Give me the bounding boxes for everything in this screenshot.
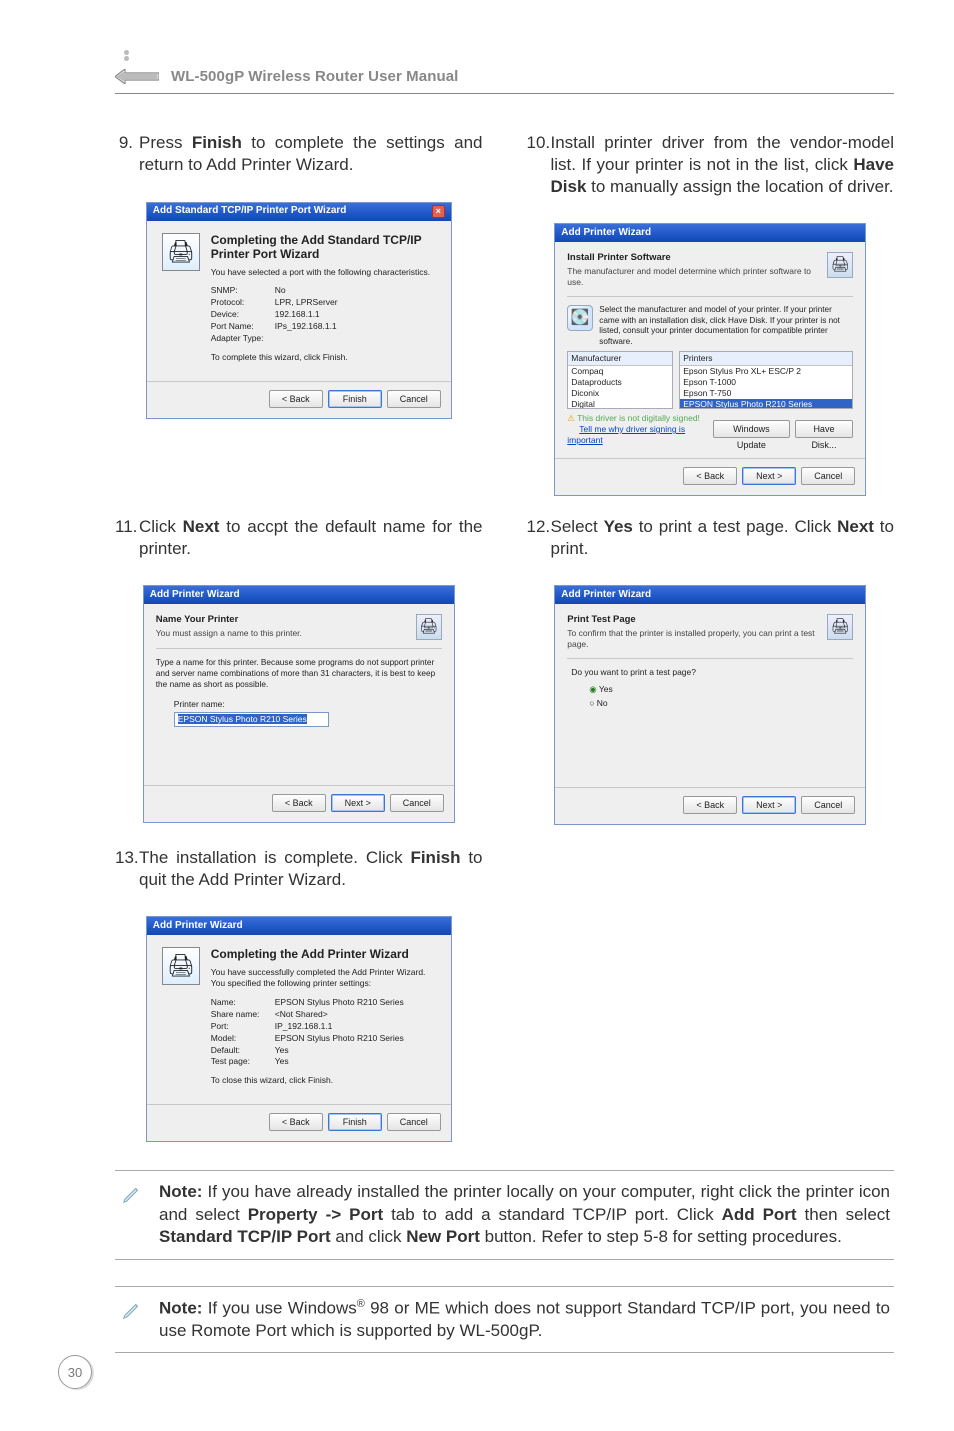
printer-icon bbox=[416, 614, 442, 640]
note-text: Note: If you use Windows® 98 or ME which… bbox=[159, 1297, 890, 1343]
close-icon[interactable]: × bbox=[432, 205, 445, 218]
step-text: Select Yes to print a test page. Click N… bbox=[551, 516, 895, 560]
dialog-subtext: You have selected a port with the follow… bbox=[211, 267, 439, 278]
arrow-icon bbox=[115, 69, 159, 84]
printer-name-input[interactable]: EPSON Stylus Photo R210 Series bbox=[174, 712, 329, 727]
finish-button[interactable]: Finish bbox=[328, 390, 382, 408]
back-button[interactable]: < Back bbox=[269, 1113, 323, 1131]
pencil-icon bbox=[119, 1297, 145, 1343]
dialog-add-printer-complete: Add Printer Wizard Completing the Add Pr… bbox=[146, 916, 452, 1142]
printer-name-label: Printer name: bbox=[174, 699, 442, 710]
printer-icon bbox=[827, 252, 853, 278]
test-page-question: Do you want to print a test page? bbox=[571, 667, 853, 678]
step-text: The installation is complete. Click Fini… bbox=[139, 847, 483, 891]
printers-list[interactable]: Printers Epson Stylus Pro XL+ ESC/P 2 Ep… bbox=[679, 351, 853, 409]
dialog-install-printer-software: Add Printer Wizard Install Printer Softw… bbox=[554, 223, 866, 496]
step-number: 13. bbox=[115, 847, 139, 891]
dialog-name-printer: Add Printer Wizard Name Your Printer You… bbox=[143, 585, 455, 823]
manufacturer-list[interactable]: Manufacturer Compaq Dataproducts Diconix… bbox=[567, 351, 673, 409]
next-button[interactable]: Next > bbox=[742, 467, 796, 485]
note-text: Note: If you have already installed the … bbox=[159, 1181, 890, 1248]
step-text: Press Finish to complete the settings an… bbox=[139, 132, 483, 176]
back-button[interactable]: < Back bbox=[269, 390, 323, 408]
step-9: 9. Press Finish to complete the settings… bbox=[115, 132, 483, 176]
cancel-button[interactable]: Cancel bbox=[801, 467, 855, 485]
dialog-title: Add Standard TCP/IP Printer Port Wizard bbox=[153, 205, 347, 218]
radio-yes[interactable]: Yes bbox=[589, 684, 853, 695]
binder-decoration bbox=[118, 14, 138, 60]
back-button[interactable]: < Back bbox=[683, 796, 737, 814]
note-1: Note: If you have already installed the … bbox=[115, 1170, 894, 1259]
dialog-heading: Completing the Add Printer Wizard bbox=[211, 947, 439, 961]
step-number: 11. bbox=[115, 516, 139, 560]
step-number: 10. bbox=[527, 132, 551, 197]
radio-no[interactable]: No bbox=[589, 698, 853, 709]
printer-icon bbox=[827, 614, 853, 640]
dialog-title: Add Printer Wizard bbox=[561, 227, 651, 240]
disk-icon bbox=[567, 305, 593, 331]
dialog-footnote: To complete this wizard, click Finish. bbox=[211, 352, 439, 363]
dialog-heading: Print Test Page bbox=[567, 614, 819, 626]
dialog-footnote: To close this wizard, click Finish. bbox=[211, 1075, 439, 1086]
tell-me-link[interactable]: Tell me why driver signing is important bbox=[567, 424, 685, 445]
printer-icon bbox=[162, 947, 200, 985]
finish-button[interactable]: Finish bbox=[328, 1113, 382, 1131]
page-content: 9. Press Finish to complete the settings… bbox=[115, 120, 894, 1311]
step-13: 13. The installation is complete. Click … bbox=[115, 847, 483, 891]
step-11: 11. Click Next to accpt the default name… bbox=[115, 516, 483, 560]
cancel-button[interactable]: Cancel bbox=[387, 390, 441, 408]
have-disk-button[interactable]: Have Disk... bbox=[795, 420, 854, 438]
pencil-icon bbox=[119, 1181, 145, 1248]
back-button[interactable]: < Back bbox=[683, 467, 737, 485]
step-10: 10. Install printer driver from the vend… bbox=[527, 132, 895, 197]
note-2: Note: If you use Windows® 98 or ME which… bbox=[115, 1286, 894, 1354]
step-text: Click Next to accpt the default name for… bbox=[139, 516, 483, 560]
dialog-test-page: Add Printer Wizard Print Test Page To co… bbox=[554, 585, 866, 825]
cancel-button[interactable]: Cancel bbox=[801, 796, 855, 814]
dialog-subtext: You must assign a name to this printer. bbox=[156, 628, 408, 639]
dialog-heading: Name Your Printer bbox=[156, 614, 408, 626]
windows-update-button[interactable]: Windows Update bbox=[713, 420, 790, 438]
step-12: 12. Select Yes to print a test page. Cli… bbox=[527, 516, 895, 560]
step-number: 12. bbox=[527, 516, 551, 560]
step-text: Install printer driver from the vendor-m… bbox=[551, 132, 895, 197]
dialog-port-wizard-complete: Add Standard TCP/IP Printer Port Wizard … bbox=[146, 202, 452, 419]
dialog-subtext: You have successfully completed the Add … bbox=[211, 967, 439, 989]
cancel-button[interactable]: Cancel bbox=[387, 1113, 441, 1131]
signed-warning: This driver is not digitally signed! bbox=[567, 413, 700, 423]
cancel-button[interactable]: Cancel bbox=[390, 794, 444, 812]
dialog-title: Add Printer Wizard bbox=[153, 920, 243, 933]
dialog-info: Type a name for this printer. Because so… bbox=[156, 657, 442, 689]
dialog-subtext: To confirm that the printer is installed… bbox=[567, 628, 819, 650]
step-number: 9. bbox=[115, 132, 139, 176]
dialog-info: Select the manufacturer and model of you… bbox=[599, 305, 853, 347]
printer-icon bbox=[162, 233, 200, 271]
next-button[interactable]: Next > bbox=[331, 794, 385, 812]
page-number: 30 bbox=[58, 1355, 92, 1389]
dialog-heading: Completing the Add Standard TCP/IP Print… bbox=[211, 233, 439, 261]
dialog-subtext: The manufacturer and model determine whi… bbox=[567, 266, 819, 288]
page-header: WL-500gP Wireless Router User Manual bbox=[115, 60, 894, 94]
dialog-title: Add Printer Wizard bbox=[561, 589, 651, 602]
back-button[interactable]: < Back bbox=[272, 794, 326, 812]
dialog-title: Add Printer Wizard bbox=[150, 589, 240, 602]
dialog-heading: Install Printer Software bbox=[567, 252, 819, 264]
next-button[interactable]: Next > bbox=[742, 796, 796, 814]
header-title: WL-500gP Wireless Router User Manual bbox=[171, 68, 458, 85]
